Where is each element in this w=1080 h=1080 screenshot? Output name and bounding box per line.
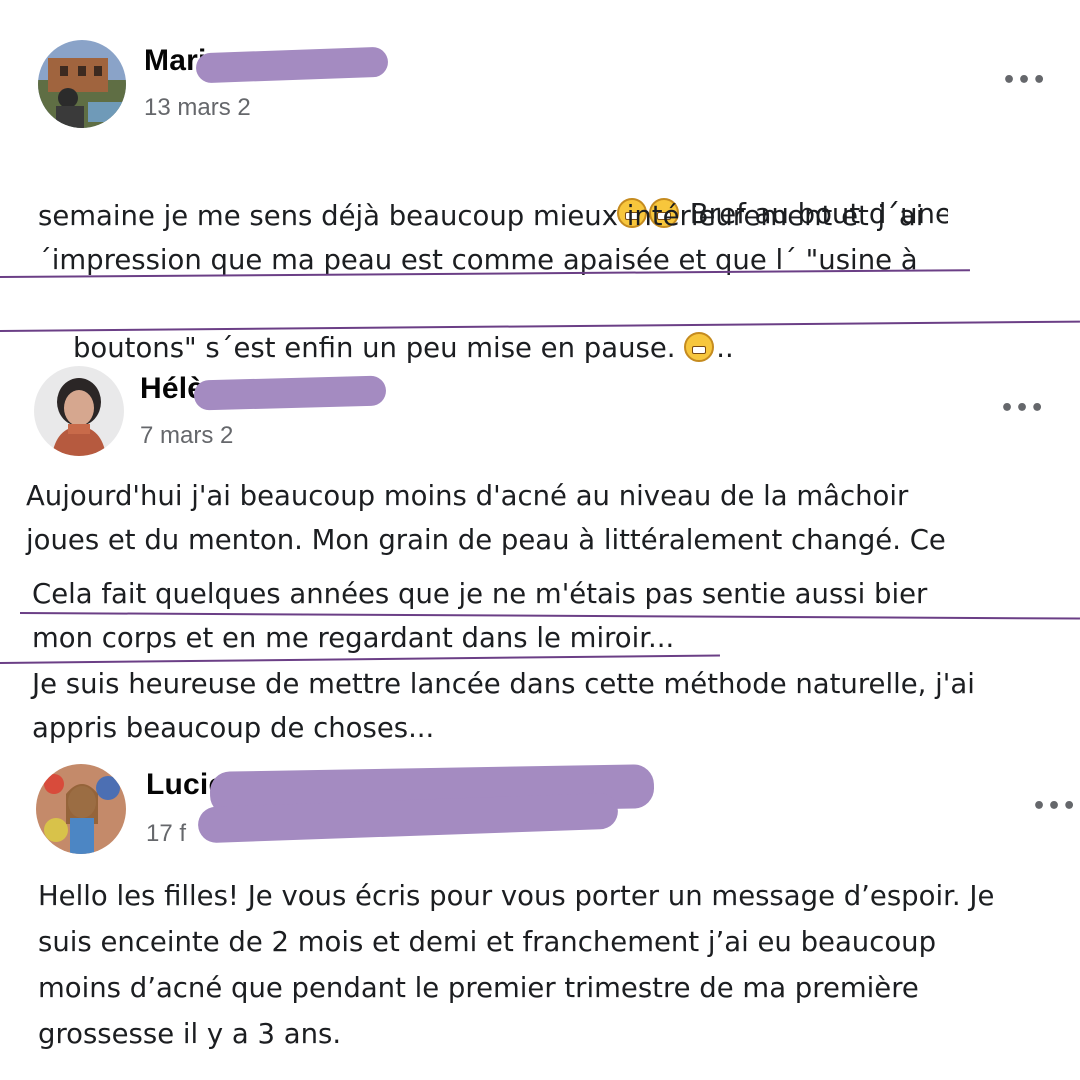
post-text-line: Hello les filles! Je vous écris pour vou… [38,880,995,912]
more-options-icon[interactable]: ••• [1032,796,1077,818]
post-text-line: grossesse il y a 3 ans. [38,1018,342,1050]
post-3: Lucie 17 f ••• Hello les filles! Je vous… [0,0,1080,1080]
post-text-line: suis enceinte de 2 mois et demi et franc… [38,926,937,958]
post-text-line: moins d’acné que pendant le premier trim… [38,972,919,1004]
avatar-photo-icon [36,764,126,854]
text-crop [1064,870,1080,930]
post-date[interactable]: 17 f [146,820,186,848]
avatar[interactable] [36,764,126,854]
